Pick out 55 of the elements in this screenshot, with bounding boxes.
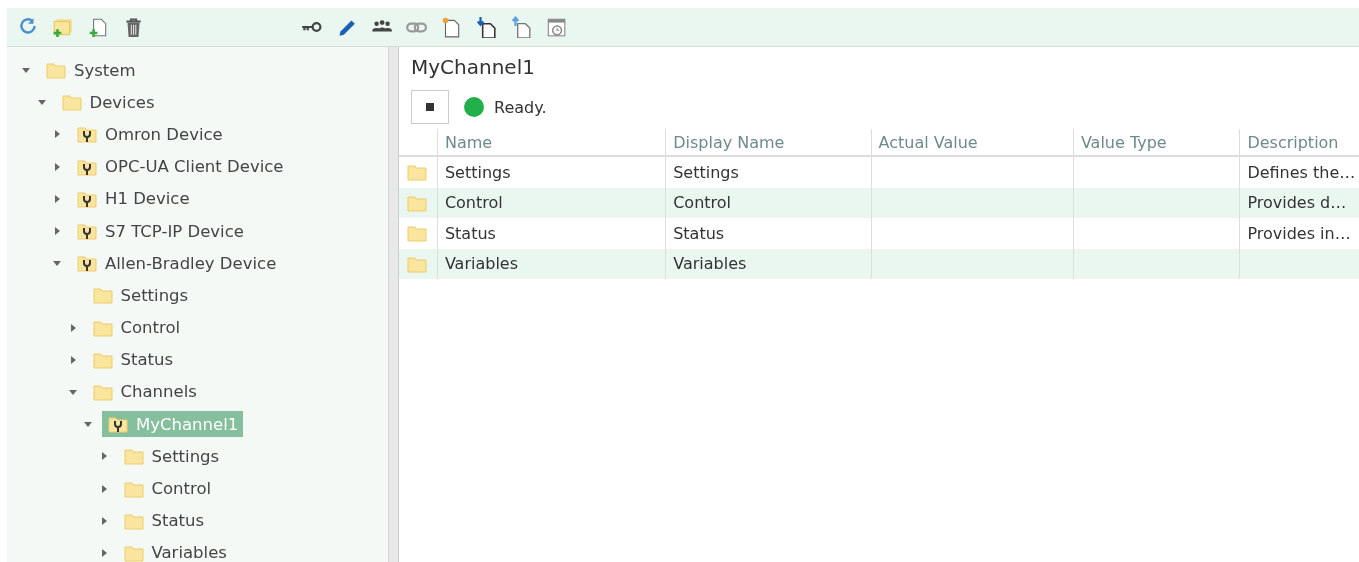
device-folder-icon — [76, 253, 98, 274]
add-file-icon[interactable] — [87, 16, 109, 38]
tree-item[interactable]: H1 Device — [71, 185, 195, 212]
tree-item[interactable]: Control — [86, 314, 186, 341]
table-cell: Status — [665, 218, 871, 249]
column-header[interactable]: Description — [1239, 129, 1359, 155]
folder-icon — [60, 92, 83, 113]
folder-icon — [406, 162, 428, 183]
device-folder-icon — [107, 414, 129, 435]
column-header[interactable]: Name — [436, 129, 666, 155]
new-document-icon[interactable] — [440, 16, 462, 38]
tree-item[interactable]: Control — [117, 475, 217, 502]
table-cell: Defines the… — [1239, 157, 1359, 188]
tree-item[interactable]: Settings — [86, 282, 194, 309]
tree-item[interactable]: Status — [117, 507, 210, 534]
calendar-clock-icon[interactable] — [545, 16, 567, 38]
table-cell: Control — [665, 187, 871, 218]
tree-item[interactable]: Variables — [117, 539, 232, 562]
panel-title: MyChannel1 — [410, 55, 536, 81]
tree-item[interactable]: Devices — [55, 89, 160, 116]
column-header[interactable]: Actual Value — [870, 129, 1073, 155]
table-cell: Status — [436, 218, 666, 249]
folder-icon — [122, 446, 145, 467]
export-icon[interactable] — [510, 16, 532, 38]
tree-item[interactable]: OPC-UA Client Device — [71, 153, 289, 180]
device-folder-icon — [76, 124, 98, 145]
table-cell: Provides d… — [1239, 187, 1359, 218]
table-cell: Variables — [436, 248, 666, 279]
expand-arrow-icon[interactable] — [52, 226, 62, 237]
add-folder-icon[interactable] — [52, 16, 74, 38]
table-cell: Variables — [665, 248, 871, 279]
table-cell: Settings — [436, 157, 666, 188]
table-cell: Control — [436, 187, 666, 218]
tree-item[interactable]: Allen-Bradley Device — [71, 250, 282, 277]
table-cell: Provides in… — [1239, 218, 1359, 249]
tree-item[interactable]: Settings — [117, 443, 225, 470]
tree-item[interactable]: Status — [86, 346, 179, 373]
column-header[interactable]: Value Type — [1072, 129, 1240, 155]
stop-button[interactable] — [411, 90, 449, 124]
folder-icon — [406, 223, 428, 244]
expand-arrow-icon[interactable] — [52, 161, 62, 172]
folder-icon — [91, 285, 114, 306]
column-header[interactable]: Display Name — [665, 129, 871, 155]
status-text: Ready. — [494, 97, 547, 117]
tree-item[interactable]: Channels — [86, 378, 202, 405]
tree-item[interactable]: S7 TCP-IP Device — [71, 218, 249, 245]
scrollbar[interactable] — [388, 47, 398, 562]
folder-icon — [45, 60, 67, 81]
tree-item[interactable]: System — [40, 57, 141, 84]
table-cell: Settings — [665, 157, 871, 188]
device-folder-icon — [76, 221, 98, 242]
expand-arrow-icon[interactable] — [52, 193, 62, 204]
tree-item[interactable]: Omron Device — [71, 121, 228, 148]
import-icon[interactable] — [475, 16, 497, 38]
expand-arrow-icon[interactable] — [52, 129, 62, 140]
